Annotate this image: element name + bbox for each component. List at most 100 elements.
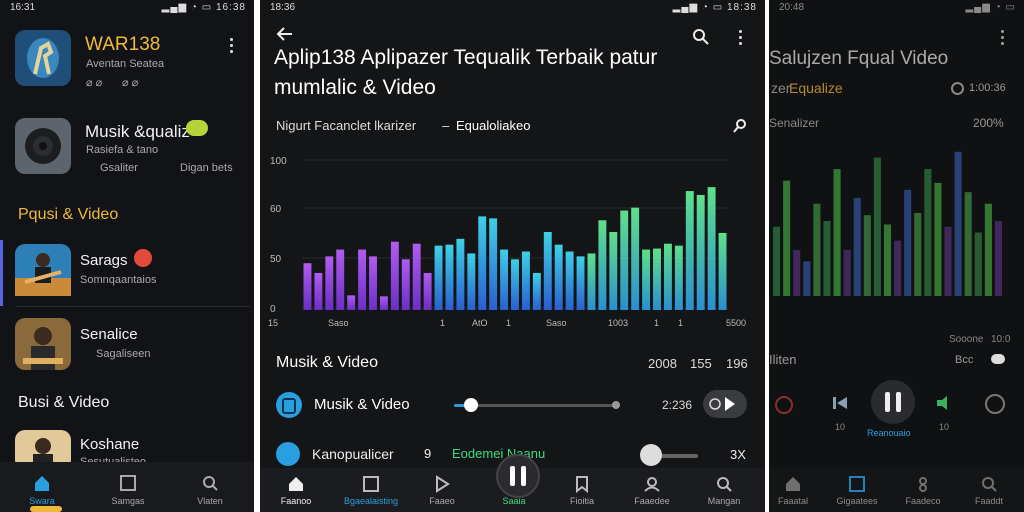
eq-bar [974, 232, 982, 296]
slider-thumb[interactable] [464, 398, 478, 412]
eq-bar [883, 224, 892, 296]
item-title[interactable]: Sarags [80, 252, 128, 269]
toggle-thumb[interactable] [640, 444, 662, 466]
nav-profile[interactable]: Faadeco [893, 476, 953, 506]
row-icon[interactable] [276, 442, 300, 466]
more-menu-icon[interactable] [739, 30, 743, 48]
search-icon [203, 476, 218, 491]
nav-home[interactable]: Faaatal [769, 476, 823, 506]
subheader-label: Nigurt Facanclet lkarizer [276, 118, 417, 133]
toggle-icon[interactable] [991, 354, 1005, 364]
nav-home[interactable]: Faanoo [266, 476, 326, 506]
nav-home[interactable]: Swara [12, 474, 72, 506]
label-a: Sooone [949, 334, 984, 345]
pause-button[interactable] [496, 454, 540, 498]
app-title-musik[interactable]: Musik &qualiz [85, 122, 190, 142]
more-menu-icon[interactable] [1001, 30, 1005, 48]
nav-bookmark[interactable]: Fioitia [552, 476, 612, 506]
search-icon [982, 477, 997, 492]
play-button[interactable] [703, 390, 747, 418]
bottom-nav: Faaatal Gigaatees Faadeco Faaddt [769, 468, 1024, 512]
item-thumb-guitar[interactable] [15, 244, 71, 296]
row-close[interactable]: 3X [730, 447, 746, 462]
eq-bar [401, 259, 410, 310]
eq-bar [358, 249, 367, 310]
nav-search[interactable]: Vlaten [180, 474, 240, 506]
nav-profile[interactable]: Faaedee [622, 476, 682, 506]
page-title: Salujzen Fqual Video [769, 48, 949, 69]
bottom-nav: Swara Samgas Vlaten [0, 462, 254, 512]
app-subtitle: Rasiefa & tano [86, 144, 159, 156]
duration: 1:00:36 [969, 82, 1006, 94]
back-arrow-icon[interactable] [276, 26, 294, 42]
nav-label: Bgaealaisting [343, 496, 399, 506]
nav-label: Mangan [707, 496, 741, 506]
nav-equalizer[interactable]: Bgaealaisting [336, 476, 406, 506]
y-axis: 100 60 50 0 [270, 156, 287, 315]
nav-label: Fioitia [569, 496, 594, 506]
eq-bar [456, 238, 465, 310]
app-meta-2: ⌀ ⌀ [122, 77, 139, 89]
item-thumb-singer[interactable] [15, 318, 71, 370]
status-time-right: 16:38 [215, 2, 246, 13]
search-icon [717, 477, 732, 492]
stat-2: 155 [690, 356, 712, 371]
eq-bar [369, 256, 377, 310]
clock-icon [951, 82, 964, 95]
subheader-dash: – [442, 118, 450, 133]
eq-bar [390, 241, 399, 310]
eq-bar [873, 157, 881, 296]
settings-icon[interactable] [985, 394, 1005, 414]
search-icon[interactable] [732, 118, 748, 134]
guitarist-icon [15, 253, 71, 296]
nav-search[interactable]: Mangan [694, 476, 754, 506]
profile-icon [919, 477, 927, 492]
item-title[interactable]: Koshane [80, 436, 139, 453]
nav-gallery[interactable]: Samgas [98, 474, 158, 506]
search-icon[interactable] [692, 28, 710, 46]
eq-bar [412, 243, 421, 310]
player-label-a: 10 [835, 422, 846, 432]
app-logo-war138[interactable] [15, 30, 71, 86]
section-title: Musik & Video [276, 354, 378, 371]
eq-bar [511, 259, 519, 310]
eq-bar [904, 189, 912, 296]
nav-label: Swara [29, 496, 55, 506]
eq-bar [674, 245, 683, 310]
x-axis: 15 Saso 1 AtO 1 Saso 1003 1 1 5500 [268, 318, 746, 328]
previous-icon[interactable] [831, 394, 849, 412]
x-tick-label: 1 [506, 318, 511, 328]
eq-label: Senalizer [769, 116, 820, 130]
status-icons: ▂▄▆ ◔ ▭ 18:38 [672, 2, 757, 13]
volume-icon[interactable] [935, 394, 953, 412]
eq-bar [894, 240, 902, 296]
item-title[interactable]: Senalice [80, 326, 138, 343]
app-title-war138[interactable]: WAR138 [85, 34, 160, 56]
home-icon [786, 477, 800, 491]
eq-bar [863, 215, 871, 296]
repeat-icon[interactable] [775, 396, 793, 414]
y-tick-label: 100 [270, 156, 287, 167]
eq-bar [434, 245, 443, 310]
nav-label: Gigaatees [836, 496, 878, 506]
eq-bar [994, 221, 1002, 296]
more-menu-icon[interactable] [230, 38, 234, 56]
nav-play[interactable]: Faaeo [412, 475, 472, 506]
eq-bar [609, 232, 618, 310]
eq-bar [379, 296, 388, 310]
eq-bar [707, 187, 716, 310]
eq-bar [954, 151, 962, 296]
nav-label: Faaatal [777, 496, 809, 506]
row-number: 9 [424, 446, 432, 461]
row-toggle[interactable] [640, 444, 700, 466]
track-icon[interactable] [276, 392, 302, 418]
track-slider[interactable] [454, 398, 620, 412]
nav-gallery[interactable]: Gigaatees [827, 476, 887, 506]
app-logo-speaker[interactable] [15, 118, 71, 174]
eq-bar [984, 203, 992, 296]
eq-bar [803, 261, 811, 296]
nav-search[interactable]: Faaddt [959, 476, 1019, 506]
y-tick-label: 60 [270, 204, 282, 215]
eq-bar [718, 232, 727, 310]
pause-button[interactable] [871, 380, 915, 424]
